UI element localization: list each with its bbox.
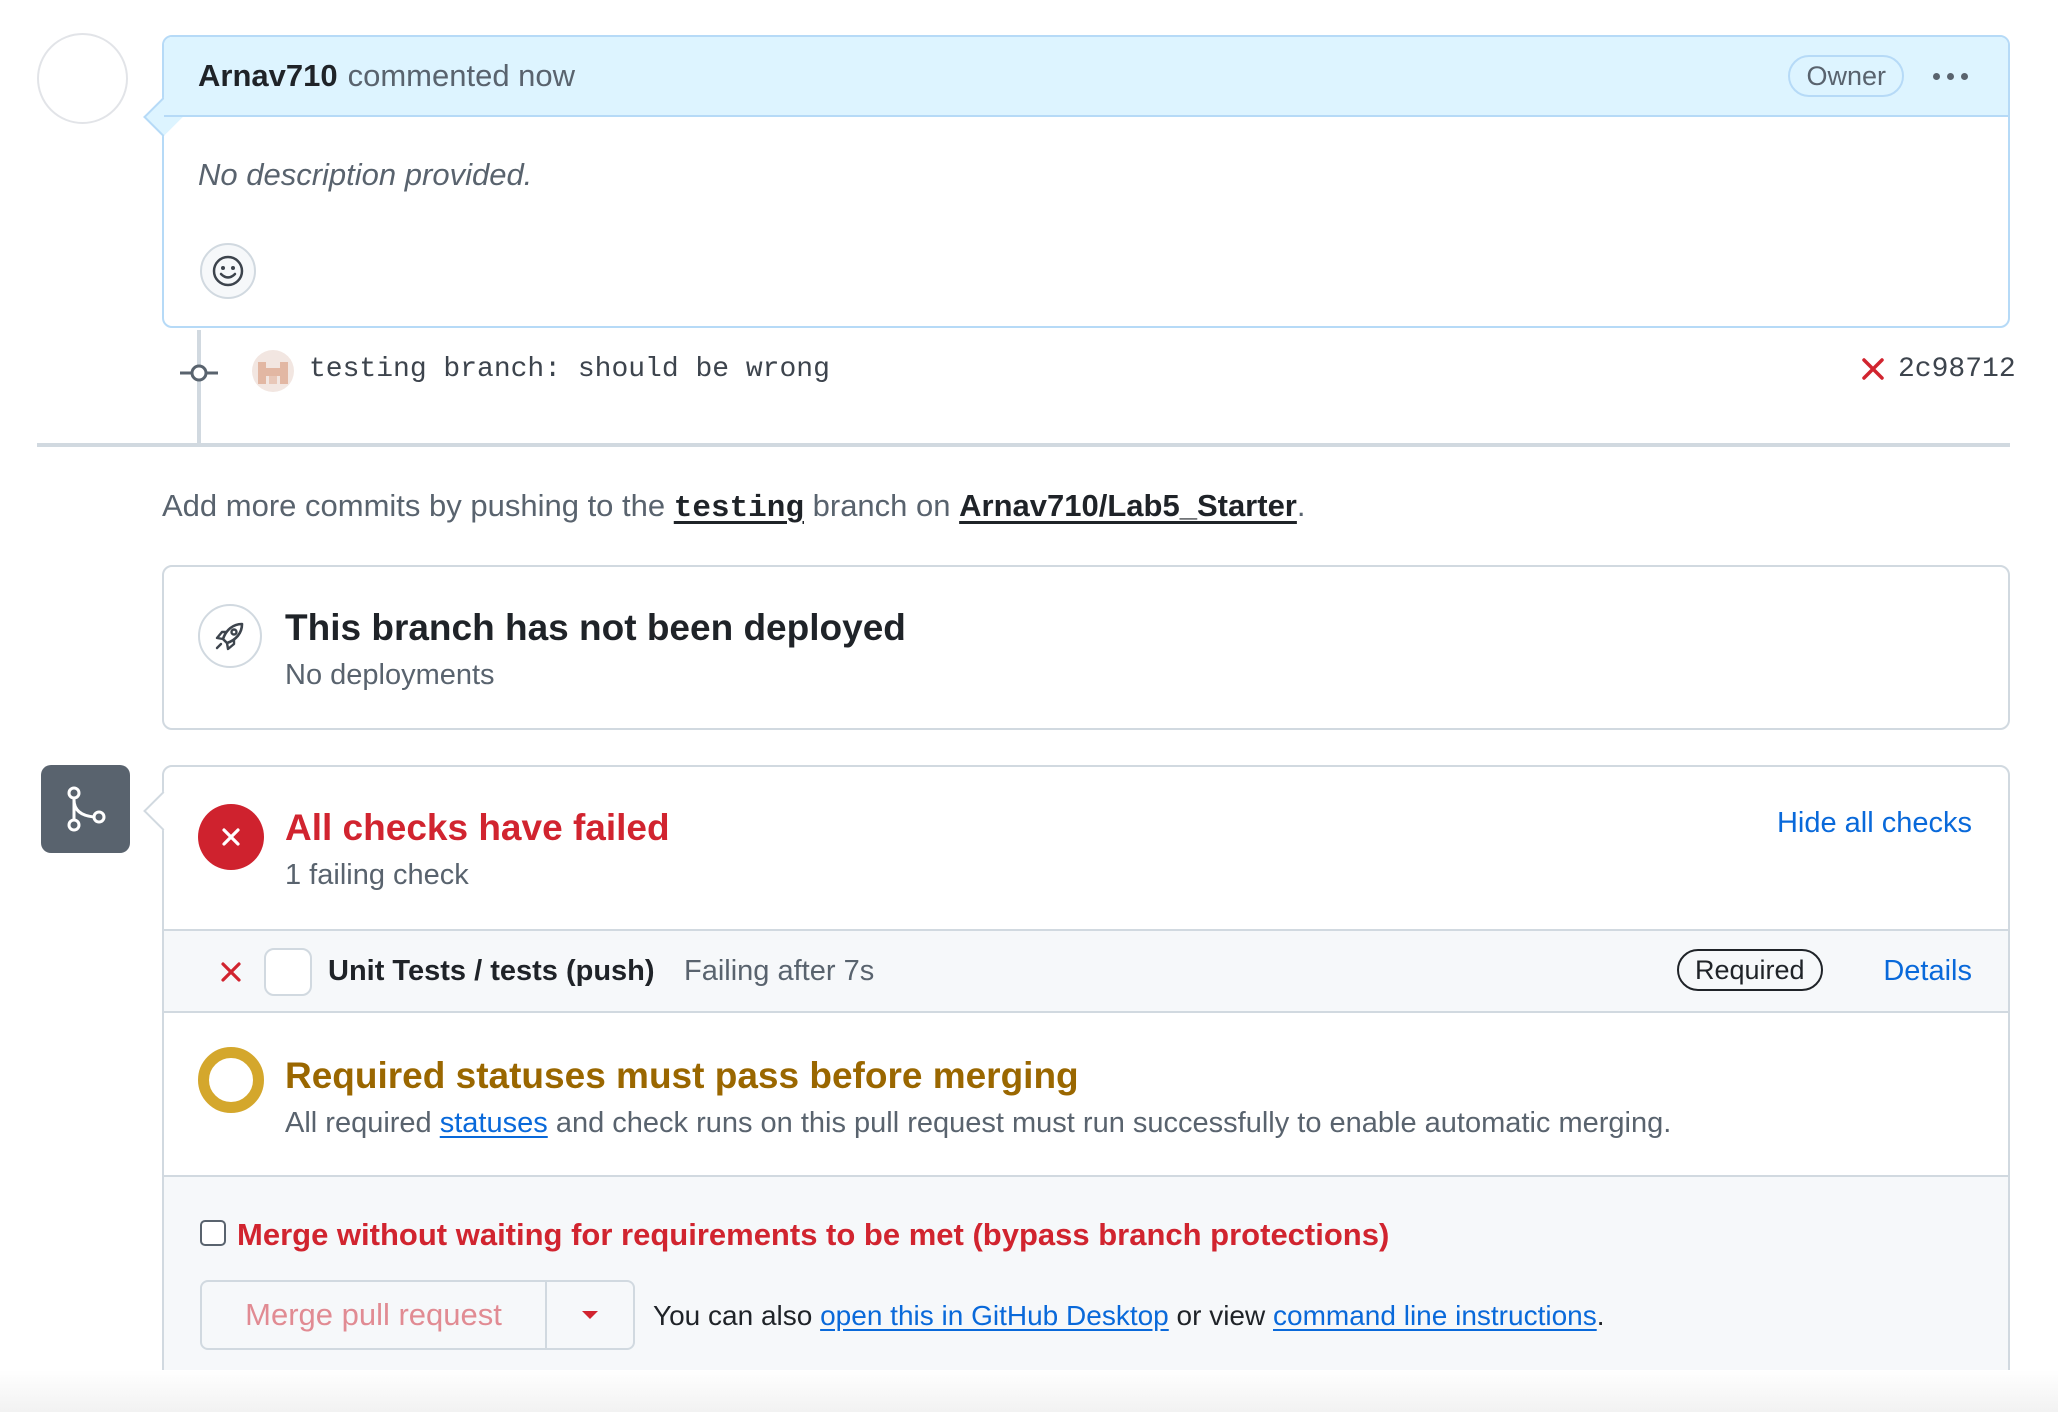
check-row: Unit Tests / tests (push) Failing after … <box>164 931 2008 1013</box>
git-merge-icon <box>41 765 130 853</box>
merge-button-group: Merge pull request <box>200 1280 635 1350</box>
owner-badge: Owner <box>1788 55 1904 97</box>
statuses-link[interactable]: statuses <box>440 1107 548 1139</box>
commit-sha[interactable]: 2c98712 <box>1898 354 2016 385</box>
open-in-desktop-link[interactable]: open this in GitHub Desktop <box>820 1300 1169 1331</box>
merge-hint-suffix: . <box>1596 1300 1605 1331</box>
merge-pull-request-button[interactable]: Merge pull request <box>200 1280 547 1350</box>
add-reaction-icon[interactable] <box>200 243 256 299</box>
timeline-divider <box>37 443 2010 447</box>
kebab-menu-icon[interactable] <box>1926 56 1974 96</box>
required-badge: Required <box>1677 949 1823 991</box>
comment-timestamp: commented now <box>347 58 576 93</box>
git-commit-icon <box>180 362 218 384</box>
comment-body: No description provided. <box>198 157 533 192</box>
merge-options-dropdown-icon[interactable] <box>547 1280 635 1350</box>
check-app-avatar <box>264 948 312 996</box>
checks-subtitle: 1 failing check <box>285 859 469 891</box>
commit-failed-x-icon[interactable] <box>1858 354 1888 384</box>
pending-status-icon <box>198 1047 264 1113</box>
repo-link[interactable]: Arnav710/Lab5_Starter <box>959 488 1297 523</box>
rocket-icon <box>198 604 262 668</box>
check-failed-x-icon <box>218 959 244 985</box>
comment-header: Arnav710 commented now Owner <box>164 37 2008 117</box>
push-hint: Add more commits by pushing to the testi… <box>162 488 1306 526</box>
required-statuses-text: All required statuses and check runs on … <box>285 1107 1671 1140</box>
commit-author-avatar[interactable] <box>252 350 294 392</box>
deployment-title: This branch has not been deployed <box>285 607 906 648</box>
requirements-suffix: and check runs on this pull request must… <box>555 1107 1672 1139</box>
commenter-avatar[interactable] <box>37 33 128 124</box>
required-statuses-section: Required statuses must pass before mergi… <box>164 1013 2008 1177</box>
bypass-label[interactable]: Merge without waiting for requirements t… <box>237 1217 1389 1253</box>
command-line-instructions-link[interactable]: command line instructions <box>1273 1300 1597 1331</box>
requirements-prefix: All required <box>285 1107 432 1139</box>
merge-box: All checks have failed 1 failing check H… <box>162 765 2010 1388</box>
commit-message[interactable]: testing branch: should be wrong <box>309 354 830 385</box>
comment-card: Arnav710 commented now Owner No descript… <box>162 35 2010 328</box>
checks-summary: All checks have failed 1 failing check H… <box>164 767 2008 931</box>
check-name: Unit Tests / tests (push) <box>328 955 655 987</box>
push-hint-suffix: . <box>1296 488 1306 523</box>
hide-all-checks-link[interactable]: Hide all checks <box>1777 807 1972 840</box>
merge-hint-prefix: You can also <box>653 1300 813 1331</box>
page-bottom-fade <box>0 1370 2058 1412</box>
bypass-checkbox[interactable] <box>200 1220 226 1246</box>
timeline-line <box>197 330 201 443</box>
checks-title: All checks have failed <box>285 807 670 848</box>
check-details-link[interactable]: Details <box>1883 955 1972 988</box>
merge-hint-middle: or view <box>1176 1300 1266 1331</box>
deployment-card: This branch has not been deployed No dep… <box>162 565 2010 730</box>
required-statuses-title: Required statuses must pass before mergi… <box>285 1055 1079 1096</box>
branch-name[interactable]: testing <box>674 491 804 526</box>
comment-author[interactable]: Arnav710 <box>198 58 338 94</box>
merge-actions: Merge without waiting for requirements t… <box>164 1177 2008 1388</box>
checks-failed-icon <box>198 804 264 870</box>
deployment-subtitle: No deployments <box>285 659 495 691</box>
check-status: Failing after 7s <box>684 955 875 987</box>
push-hint-middle: branch on <box>812 488 951 523</box>
merge-hint: You can also open this in GitHub Desktop… <box>653 1300 1605 1332</box>
push-hint-prefix: Add more commits by pushing to the <box>162 488 666 523</box>
